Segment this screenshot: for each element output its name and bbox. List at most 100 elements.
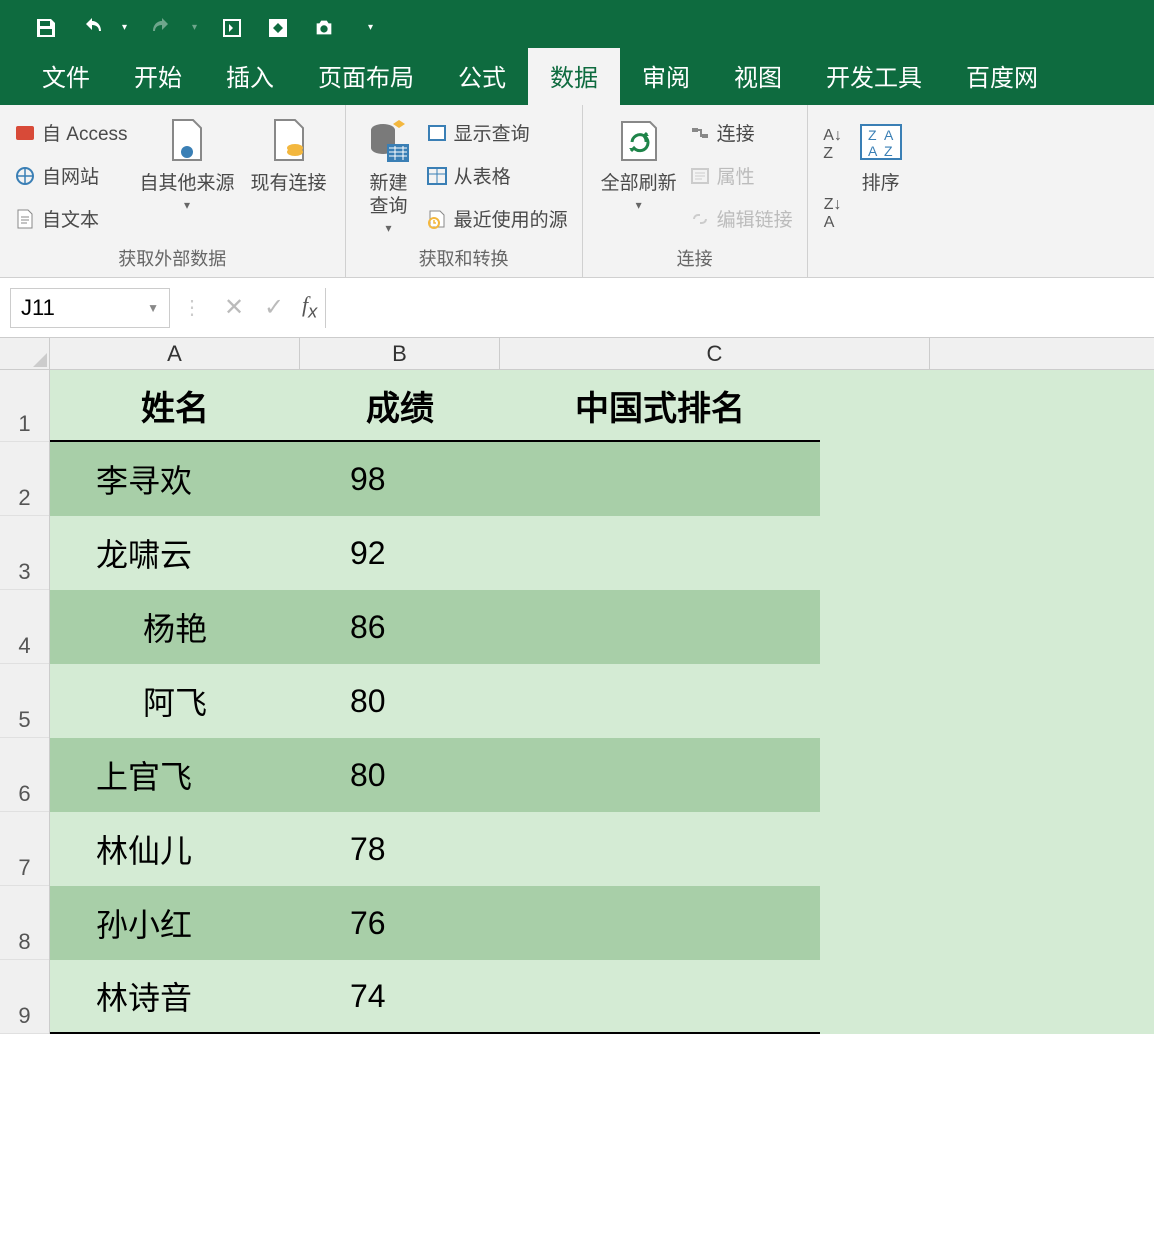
sort-desc-button[interactable]: Z↓A [818,197,848,231]
tab-home[interactable]: 开始 [112,48,204,105]
column-header-row: A B C [0,338,1154,370]
qat-customize-icon[interactable]: ▾ [368,22,378,33]
refresh-all-button[interactable]: 全部刷新 ▾ [593,113,685,241]
row-header-5[interactable]: 5 [0,664,49,738]
recent-sources-label: 最近使用的源 [454,205,568,232]
addin-icon[interactable] [262,12,294,44]
new-query-button[interactable]: 新建 查询 ▾ [356,113,422,241]
svg-text:Z: Z [884,143,893,159]
cell-name[interactable]: 李寻欢 [50,456,300,502]
cell-name[interactable]: 杨艳 [50,604,300,650]
chevron-down-icon: ▾ [636,198,642,212]
from-text-button[interactable]: 自文本 [10,199,132,238]
cell-score[interactable]: 74 [300,978,500,1015]
row-header-8[interactable]: 8 [0,886,49,960]
header-name[interactable]: 姓名 [50,370,300,440]
sort-label: 排序 [862,173,900,196]
header-score[interactable]: 成绩 [300,370,500,440]
row-header-2[interactable]: 2 [0,442,49,516]
formula-input[interactable] [325,288,1144,328]
sort-button[interactable]: ZAAZ 排序 [848,113,914,246]
header-rank[interactable]: 中国式排名 [500,370,820,440]
camera-icon[interactable] [308,12,340,44]
row-header-6[interactable]: 6 [0,738,49,812]
name-box-value: J11 [21,295,55,321]
existing-connections-button[interactable]: 现有连接 [243,113,335,241]
sort-icon: ZAAZ [856,117,906,167]
properties-icon [689,165,711,187]
from-table-button[interactable]: 从表格 [422,156,572,195]
tab-pagelayout[interactable]: 页面布局 [296,48,436,105]
ribbon-group-label [818,246,914,277]
chevron-down-icon[interactable]: ▼ [147,301,159,315]
cell-score[interactable]: 78 [300,831,500,868]
cancel-formula-icon[interactable]: ✕ [214,293,254,322]
ribbon-group-get-transform: 新建 查询 ▾ 显示查询 从表格 最近使用的源 获取和转换 [346,105,583,277]
cell-name[interactable]: 孙小红 [50,900,300,946]
edit-links-button[interactable]: 编辑链接 [685,199,797,238]
row-header-4[interactable]: 4 [0,590,49,664]
from-web-button[interactable]: 自网站 [10,156,132,195]
enter-formula-icon[interactable]: ✓ [254,293,294,322]
tab-formulas[interactable]: 公式 [436,48,528,105]
from-other-sources-button[interactable]: 自其他来源 ▾ [132,113,243,241]
tab-developer[interactable]: 开发工具 [804,48,944,105]
cell-name[interactable]: 上官飞 [50,752,300,798]
col-header-B[interactable]: B [300,338,500,369]
tab-baidu[interactable]: 百度网 [944,48,1060,105]
connections-label: 连接 [717,119,755,146]
ribbon-tabs: 文件 开始 插入 页面布局 公式 数据 审阅 视图 开发工具 百度网 [0,55,1154,105]
cell-name[interactable]: 林仙儿 [50,826,300,872]
from-table-icon [426,165,448,187]
properties-button[interactable]: 属性 [685,156,797,195]
recent-sources-icon [426,208,448,230]
cell-score[interactable]: 80 [300,757,500,794]
ribbon-group-sort: A↓Z Z↓A ZAAZ 排序 [808,105,924,277]
cell-score[interactable]: 80 [300,683,500,720]
cell-score[interactable]: 92 [300,535,500,572]
table-row: 李寻欢 98 [50,442,820,516]
from-web-label: 自网站 [42,162,99,189]
properties-label: 属性 [717,162,755,189]
tab-file[interactable]: 文件 [20,48,112,105]
table-header-row: 姓名 成绩 中国式排名 [50,370,820,442]
refresh-all-label: 全部刷新 [601,173,677,196]
fx-icon[interactable]: fx [302,292,317,322]
undo-dropdown-icon[interactable]: ▾ [122,22,132,33]
touch-mode-icon[interactable] [216,12,248,44]
svg-text:A: A [884,127,894,143]
cell-score[interactable]: 98 [300,461,500,498]
undo-icon[interactable] [76,12,108,44]
cell-name[interactable]: 龙啸云 [50,530,300,576]
tab-review[interactable]: 审阅 [620,48,712,105]
connections-button[interactable]: 连接 [685,113,797,152]
show-queries-button[interactable]: 显示查询 [422,113,572,152]
recent-sources-button[interactable]: 最近使用的源 [422,199,572,238]
cell-name[interactable]: 阿飞 [50,678,300,724]
show-queries-icon [426,122,448,144]
row-header-7[interactable]: 7 [0,812,49,886]
row-header-1[interactable]: 1 [0,370,49,442]
redo-icon[interactable] [146,12,178,44]
redo-dropdown-icon[interactable]: ▾ [192,22,202,33]
tab-view[interactable]: 视图 [712,48,804,105]
cell-name[interactable]: 林诗音 [50,973,300,1019]
name-box[interactable]: J11 ▼ [10,288,170,328]
from-access-button[interactable]: 自 Access [10,113,132,152]
cell-score[interactable]: 86 [300,609,500,646]
table-row: 孙小红 76 [50,886,820,960]
tab-insert[interactable]: 插入 [204,48,296,105]
ribbon: 自 Access 自网站 自文本 自其他来源 ▾ [0,105,1154,278]
select-all-corner[interactable] [0,338,50,370]
row-header-3[interactable]: 3 [0,516,49,590]
cell-score[interactable]: 76 [300,905,500,942]
table-row: 林仙儿 78 [50,812,820,886]
col-header-C[interactable]: C [500,338,930,369]
tab-data[interactable]: 数据 [528,48,620,105]
col-header-A[interactable]: A [50,338,300,369]
chevron-down-icon: ▾ [184,198,190,212]
row-header-9[interactable]: 9 [0,960,49,1034]
sort-asc-button[interactable]: A↓Z [818,128,848,162]
sheet-area[interactable]: 姓名 成绩 中国式排名 李寻欢 98 龙啸云 92 杨艳 86 阿飞 80 [50,370,1154,1034]
save-icon[interactable] [30,12,62,44]
